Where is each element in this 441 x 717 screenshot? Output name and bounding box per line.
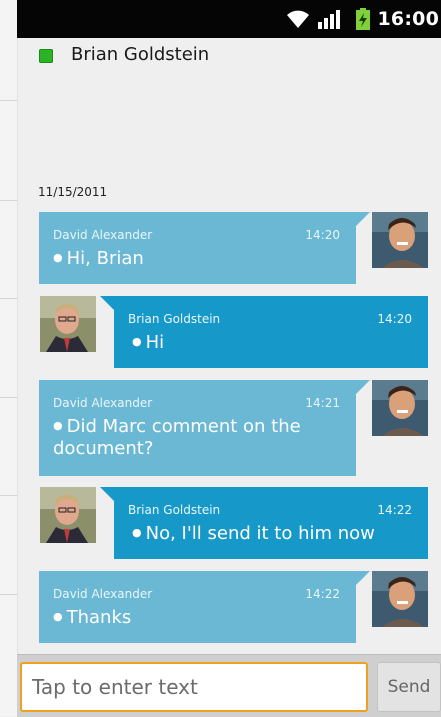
status-time: 16:00 [377,8,439,30]
message-time: 14:22 [305,587,340,601]
message-bubble-outgoing[interactable]: Brian Goldstein 14:22 ● No, I'll send it … [114,487,428,559]
wifi-icon [285,8,311,34]
message-sender: David Alexander [53,396,153,410]
divider [0,495,17,496]
contact-name: Brian Goldstein [71,44,210,65]
avatar-brian-goldstein[interactable] [40,487,96,543]
message-time: 14:21 [305,396,340,410]
message-composer: Send [17,654,441,717]
presence-online-icon [39,49,53,63]
bullet-icon: ● [53,610,63,623]
message-text: Did Marc comment on the document? [53,416,301,459]
message-text-container: ● Hi, Brian [53,247,342,270]
bubble-tail [100,296,114,310]
message-time: 14:22 [377,503,412,517]
bubble-tail [356,212,370,226]
message-bubble-incoming[interactable]: David Alexander 14:22 ● Thanks [39,571,356,643]
send-button[interactable]: Send [377,662,441,712]
bullet-icon: ● [53,419,63,432]
bullet-icon: ● [53,251,63,264]
message-text: Thanks [66,607,132,628]
background-list-strip [0,0,18,716]
bubble-tail [100,487,114,501]
message-sender: Brian Goldstein [128,503,221,517]
message-time: 14:20 [305,228,340,242]
message-text: Hi [145,332,165,353]
message-text-container: ● No, I'll send it to him now [132,522,414,545]
divider [0,100,17,101]
signal-icon [317,8,341,34]
message-bubble-incoming[interactable]: David Alexander 14:21 ● Did Marc comment … [39,380,356,476]
status-bar: 16:00 [17,0,441,38]
divider [0,397,17,398]
message-sender: David Alexander [53,228,153,242]
avatar-brian-goldstein[interactable] [40,296,96,352]
divider [0,594,17,595]
bullet-icon: ● [132,335,142,348]
bubble-tail [356,380,370,394]
divider [0,298,17,299]
divider [0,200,17,201]
avatar-david-alexander[interactable] [372,380,428,436]
avatar-david-alexander[interactable] [372,571,428,627]
bubble-tail [356,571,370,585]
message-bubble-outgoing[interactable]: Brian Goldstein 14:20 ● Hi [114,296,428,368]
battery-charging-icon [355,8,371,34]
message-text-container: ● Thanks [53,606,342,629]
message-text-container: ● Hi [132,331,414,354]
message-text: Hi, Brian [66,248,144,269]
message-text: No, I'll send it to him now [145,523,375,544]
message-input[interactable] [20,662,368,712]
conversation-date: 11/15/2011 [38,185,108,199]
message-sender: David Alexander [53,587,153,601]
message-sender: Brian Goldstein [128,312,221,326]
avatar-david-alexander[interactable] [372,212,428,268]
message-text-container: ● Did Marc comment on the document? [53,415,342,460]
message-time: 14:20 [377,312,412,326]
bullet-icon: ● [132,526,142,539]
message-bubble-incoming[interactable]: David Alexander 14:20 ● Hi, Brian [39,212,356,284]
